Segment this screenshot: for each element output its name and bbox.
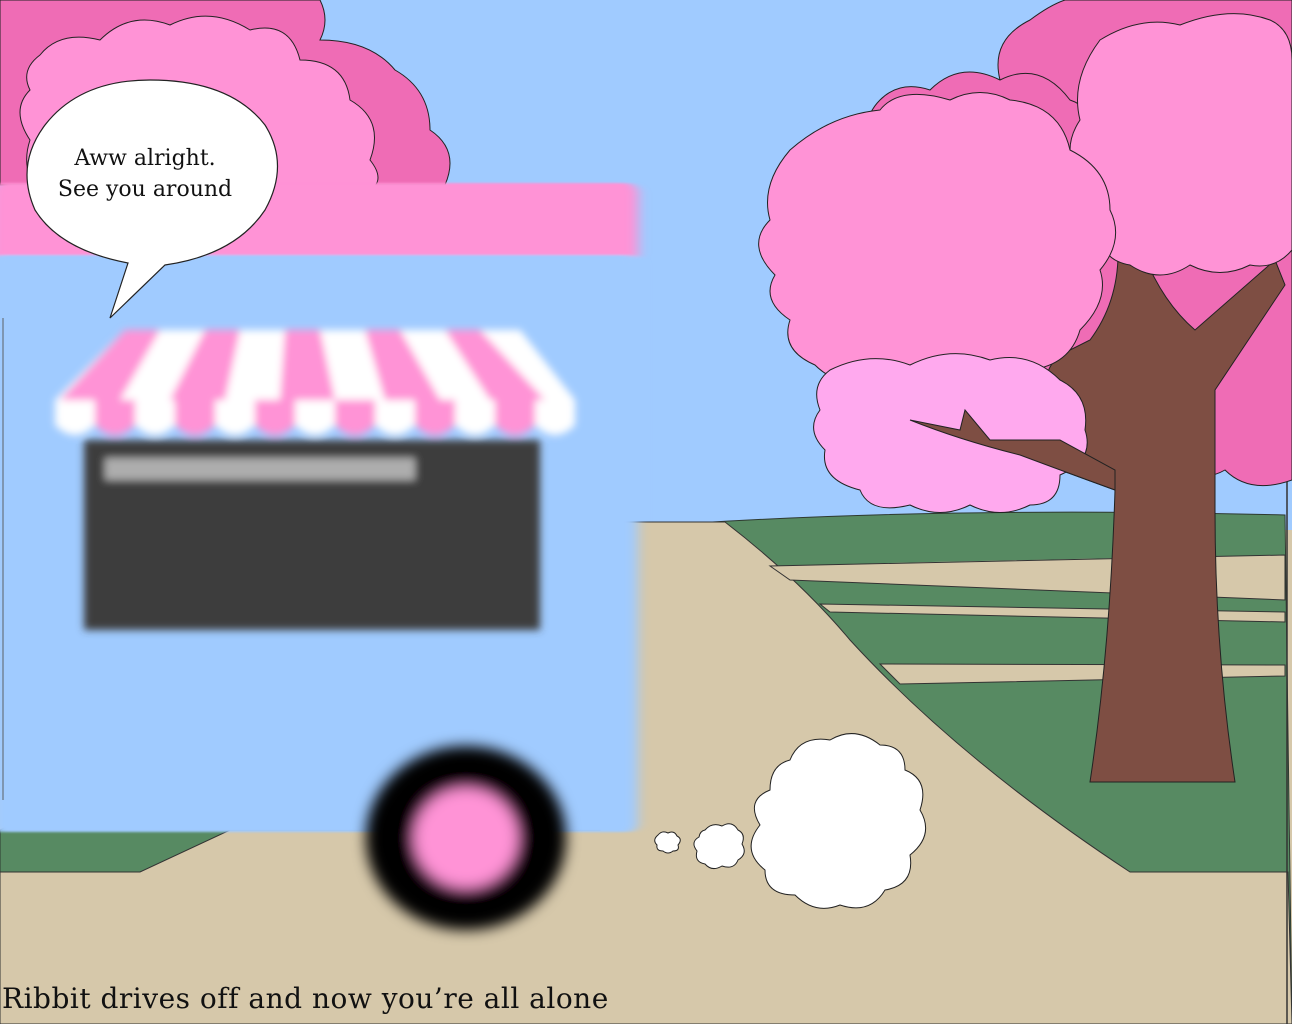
- speech-line: Aww alright.: [74, 146, 216, 171]
- tree-blossom-left: [758, 92, 1117, 387]
- menu-header-smudge: [105, 458, 415, 480]
- awning: [55, 330, 575, 435]
- narration-text: Ribbit drives off and now you’re all alo…: [2, 982, 609, 1015]
- game-scene: Aww alright. See you around Ribbit drive…: [0, 0, 1292, 1024]
- truck-window: [55, 330, 575, 630]
- truck-wheel: [366, 746, 566, 930]
- exhaust-puff-small: [654, 831, 681, 854]
- speech-line: See you around: [57, 177, 233, 202]
- speech-bubble-text: Aww alright. See you around: [40, 143, 250, 205]
